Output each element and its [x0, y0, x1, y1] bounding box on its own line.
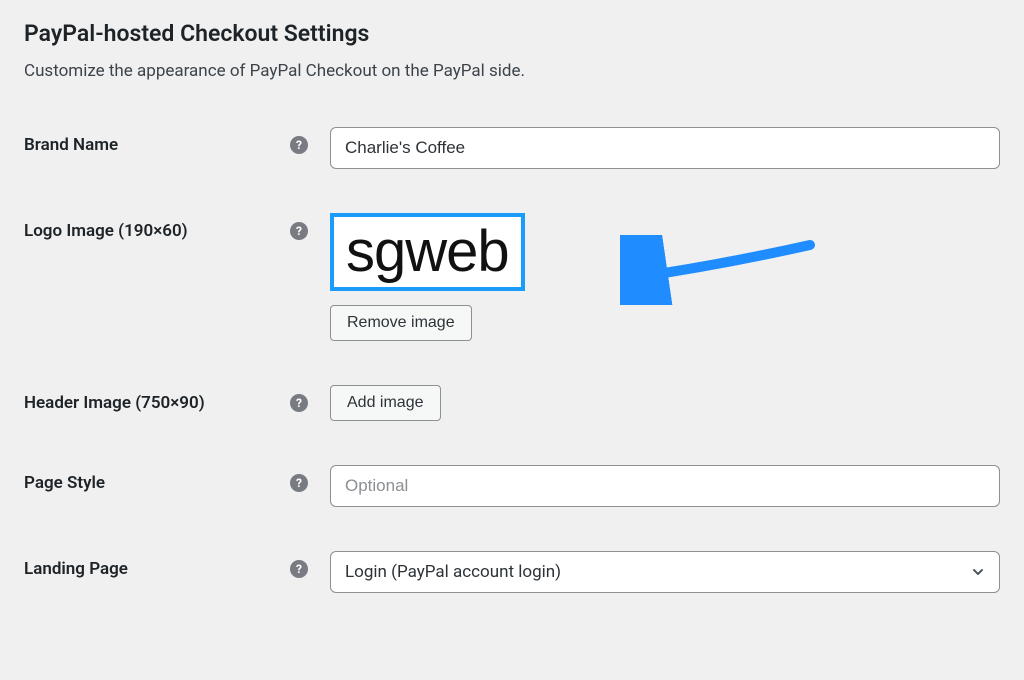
- logo-preview-text: sgweb: [346, 219, 509, 284]
- help-icon[interactable]: ?: [290, 394, 308, 412]
- row-header-image: Header Image (750×90) ? Add image: [24, 385, 1000, 421]
- help-icon[interactable]: ?: [290, 222, 308, 240]
- row-logo-image: Logo Image (190×60) ? sgweb Remove image: [24, 213, 1000, 341]
- help-icon[interactable]: ?: [290, 560, 308, 578]
- page-style-input[interactable]: [330, 465, 1000, 507]
- logo-preview[interactable]: sgweb: [330, 213, 525, 291]
- remove-image-button[interactable]: Remove image: [330, 305, 472, 341]
- section-title: PayPal-hosted Checkout Settings: [24, 20, 1000, 47]
- brand-name-input[interactable]: [330, 127, 1000, 169]
- section-subtitle: Customize the appearance of PayPal Check…: [24, 61, 1000, 81]
- label-header-image: Header Image (750×90): [24, 393, 290, 413]
- label-brand-name: Brand Name: [24, 135, 290, 155]
- add-image-button[interactable]: Add image: [330, 385, 441, 421]
- help-icon[interactable]: ?: [290, 136, 308, 154]
- label-page-style: Page Style: [24, 473, 290, 493]
- row-page-style: Page Style ?: [24, 465, 1000, 507]
- label-logo-image: Logo Image (190×60): [24, 221, 290, 241]
- label-landing-page: Landing Page: [24, 559, 290, 579]
- landing-page-select[interactable]: Login (PayPal account login): [330, 551, 1000, 593]
- help-icon[interactable]: ?: [290, 474, 308, 492]
- row-brand-name: Brand Name ?: [24, 127, 1000, 169]
- row-landing-page: Landing Page ? Login (PayPal account log…: [24, 551, 1000, 593]
